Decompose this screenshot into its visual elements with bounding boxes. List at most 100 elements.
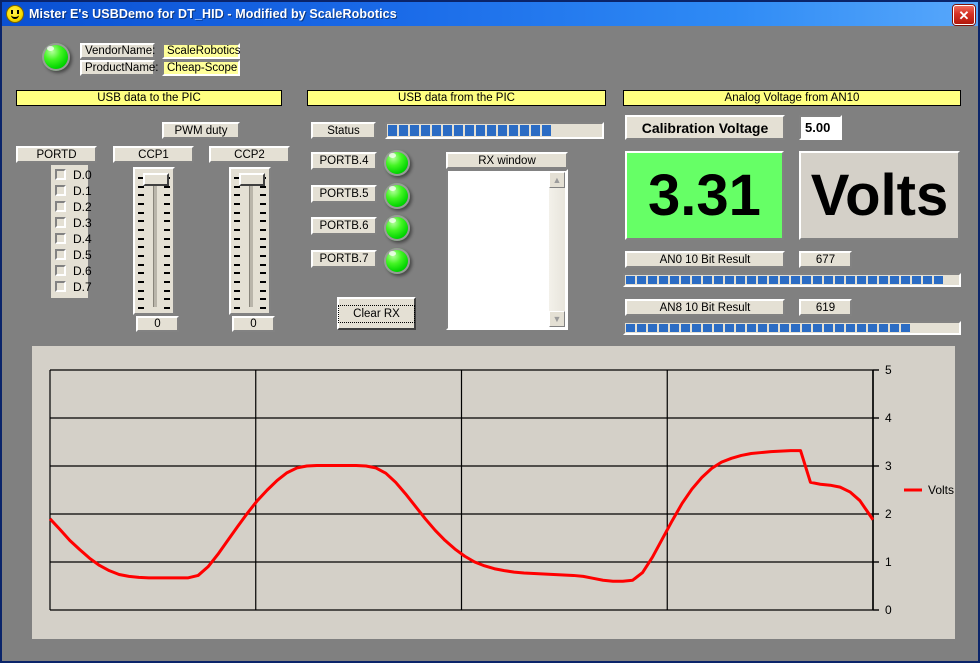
chevron-down-icon[interactable]: ▼ xyxy=(549,311,565,327)
ccp1-slider-thumb[interactable] xyxy=(143,173,169,186)
progress-segment xyxy=(879,324,888,332)
status-label: Status xyxy=(311,122,376,139)
progress-segment xyxy=(769,276,778,284)
progress-segment xyxy=(692,324,701,332)
progress-segment xyxy=(769,324,778,332)
progress-segment xyxy=(421,125,430,136)
progress-segment xyxy=(725,276,734,284)
y-axis-tick-label: 4 xyxy=(885,411,892,425)
progress-segment xyxy=(868,276,877,284)
checkbox-d1-label: D.1 xyxy=(73,184,92,198)
product-name-label: ProductName: xyxy=(80,60,155,76)
progress-segment xyxy=(670,276,679,284)
checkbox-d0[interactable] xyxy=(55,169,66,180)
progress-segment xyxy=(476,125,485,136)
y-axis-tick-label: 2 xyxy=(885,507,892,521)
checkbox-d2[interactable] xyxy=(55,201,66,212)
ccp1-value: 0 xyxy=(136,316,179,332)
checkbox-d5[interactable] xyxy=(55,249,66,260)
checkbox-d3[interactable] xyxy=(55,217,66,228)
checkbox-d0-label: D.0 xyxy=(73,168,92,182)
checkbox-d4[interactable] xyxy=(55,233,66,244)
progress-segment xyxy=(681,324,690,332)
checkbox-d7[interactable] xyxy=(55,281,66,292)
ccp2-slider-ticks-right xyxy=(260,177,266,309)
portb4-led xyxy=(384,150,410,176)
close-icon[interactable]: ✕ xyxy=(953,5,975,25)
ccp1-slider-track xyxy=(153,183,157,307)
progress-segment xyxy=(454,125,463,136)
checkbox-d3-label: D.3 xyxy=(73,216,92,230)
progress-segment xyxy=(626,276,635,284)
ccp2-slider[interactable] xyxy=(229,167,271,315)
smiley-face-icon xyxy=(6,5,24,23)
progress-segment xyxy=(736,324,745,332)
an8-progress-segments xyxy=(626,324,910,332)
progress-segment xyxy=(659,276,668,284)
progress-segment xyxy=(780,276,789,284)
progress-segment xyxy=(890,276,899,284)
voltage-chart: 012345Volts xyxy=(32,346,955,639)
an8-progress-bar xyxy=(623,321,961,335)
an8-result-value: 619 xyxy=(799,299,852,316)
window-title: Mister E's USBDemo for DT_HID - Modified… xyxy=(29,7,397,21)
an0-result-label: AN0 10 Bit Result xyxy=(625,251,785,268)
progress-segment xyxy=(498,125,507,136)
ccp2-value: 0 xyxy=(232,316,275,332)
portb6-led xyxy=(384,215,410,241)
progress-segment xyxy=(813,276,822,284)
checkbox-d1[interactable] xyxy=(55,185,66,196)
progress-segment xyxy=(637,324,646,332)
progress-segment xyxy=(659,324,668,332)
progress-segment xyxy=(703,276,712,284)
analog-voltage-banner: Analog Voltage from AN10 xyxy=(623,90,961,106)
rx-window-textarea[interactable]: ▲ ▼ xyxy=(446,169,568,330)
progress-segment xyxy=(410,125,419,136)
progress-segment xyxy=(736,276,745,284)
checkbox-d2-label: D.2 xyxy=(73,200,92,214)
y-axis-tick-label: 5 xyxy=(885,363,892,377)
progress-segment xyxy=(791,324,800,332)
chevron-up-icon[interactable]: ▲ xyxy=(549,172,565,188)
progress-segment xyxy=(637,276,646,284)
progress-segment xyxy=(703,324,712,332)
portb5-label: PORTB.5 xyxy=(311,185,377,203)
progress-segment xyxy=(912,276,921,284)
clear-rx-button[interactable]: Clear RX xyxy=(337,297,416,330)
an0-progress-segments xyxy=(626,276,943,284)
calibration-voltage-input[interactable]: 5.00 xyxy=(799,115,842,140)
progress-segment xyxy=(681,276,690,284)
progress-segment xyxy=(879,276,888,284)
progress-segment xyxy=(520,125,529,136)
progress-segment xyxy=(846,324,855,332)
voltage-unit-label: Volts xyxy=(799,151,960,240)
progress-segment xyxy=(648,324,657,332)
progress-segment xyxy=(714,276,723,284)
ccp2-slider-thumb[interactable] xyxy=(239,173,265,186)
vendor-name-value: ScaleRobotics xyxy=(162,43,240,59)
application-window: Mister E's USBDemo for DT_HID - Modified… xyxy=(0,0,980,663)
y-axis-tick-label: 3 xyxy=(885,459,892,473)
ccp2-label: CCP2 xyxy=(209,146,290,163)
progress-segment xyxy=(824,324,833,332)
progress-segment xyxy=(692,276,701,284)
progress-segment xyxy=(626,324,635,332)
product-name-value: Cheap-Scope xyxy=(162,60,240,76)
rx-window-scrollbar[interactable]: ▲ ▼ xyxy=(549,172,565,327)
vendor-name-label: VendorName: xyxy=(80,43,155,59)
progress-segment xyxy=(531,125,540,136)
progress-segment xyxy=(791,276,800,284)
ccp1-slider[interactable] xyxy=(133,167,175,315)
checkbox-d6[interactable] xyxy=(55,265,66,276)
progress-segment xyxy=(802,276,811,284)
voltage-chart-panel: 012345Volts xyxy=(32,346,955,639)
device-connected-led xyxy=(42,43,70,71)
portb7-led xyxy=(384,248,410,274)
progress-segment xyxy=(923,276,932,284)
status-progress-bar xyxy=(385,122,604,139)
progress-segment xyxy=(868,324,877,332)
progress-segment xyxy=(388,125,397,136)
checkbox-d5-label: D.5 xyxy=(73,248,92,262)
an8-result-label: AN8 10 Bit Result xyxy=(625,299,785,316)
progress-segment xyxy=(890,324,899,332)
